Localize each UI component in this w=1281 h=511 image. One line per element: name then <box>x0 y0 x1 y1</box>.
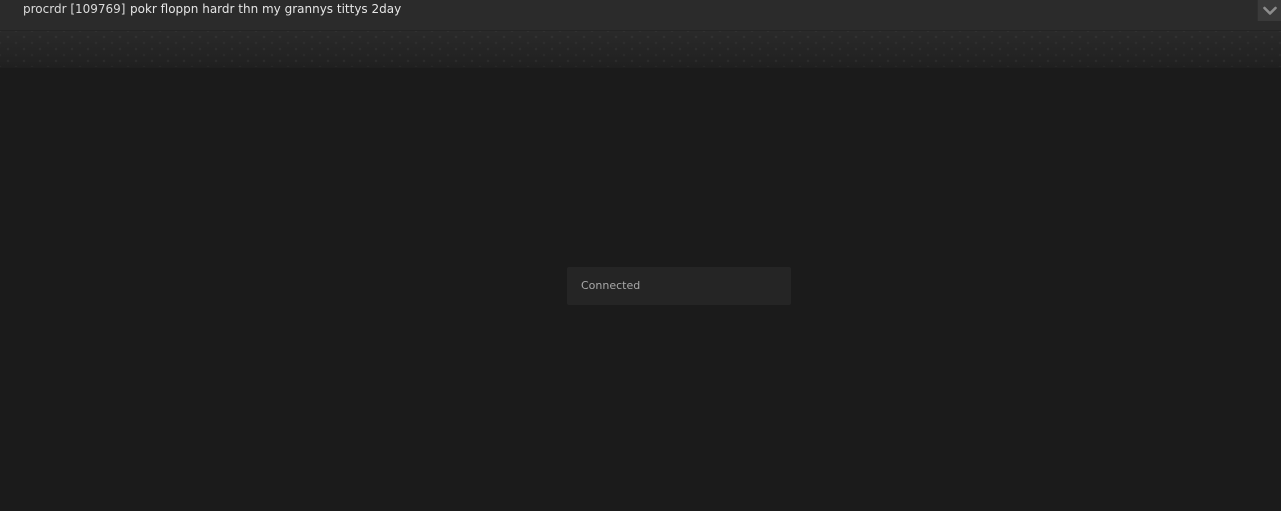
top-bar: procrdr [109769] pokr floppn hardr thn m… <box>0 0 1281 31</box>
header-pattern-band <box>0 31 1281 68</box>
user-status-message: pokr floppn hardr thn my grannys tittys … <box>130 2 402 16</box>
user-name-link[interactable]: procrdr [109769] <box>23 2 126 16</box>
connection-status-text: Connected <box>581 279 641 292</box>
page: procrdr [109769] pokr floppn hardr thn m… <box>0 0 1281 511</box>
collapse-button[interactable] <box>1257 0 1281 21</box>
chevron-down-icon <box>1262 6 1277 15</box>
connection-toast: Connected <box>567 267 791 305</box>
